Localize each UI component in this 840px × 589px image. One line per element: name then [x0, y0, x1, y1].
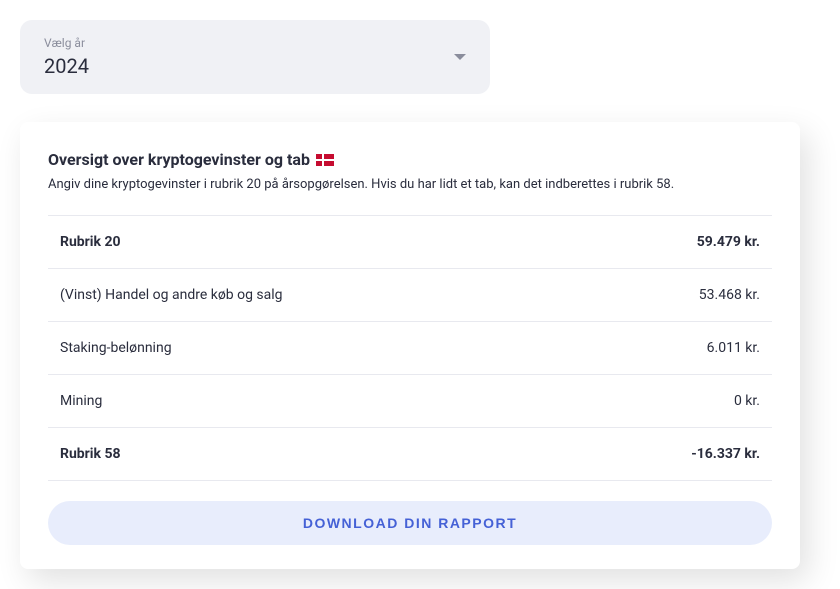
row-value: 53.468 kr.	[699, 287, 760, 303]
row-value: 59.479 kr.	[697, 234, 760, 250]
row-value: 0 kr.	[734, 393, 760, 409]
table-row: Staking-belønning 6.011 kr.	[48, 322, 772, 375]
row-label: Mining	[60, 393, 102, 409]
table-row: Rubrik 20 59.479 kr.	[48, 216, 772, 269]
year-selector-label: Vælg år	[44, 36, 89, 50]
year-selector-content: Vælg år 2024	[44, 36, 89, 78]
row-label: Rubrik 20	[60, 234, 121, 250]
row-value: 6.011 kr.	[707, 340, 760, 356]
card-title-text: Oversigt over kryptogevinster og tab	[48, 150, 310, 169]
chevron-down-icon	[454, 54, 466, 60]
table-row: (Vinst) Handel og andre køb og salg 53.4…	[48, 269, 772, 322]
download-report-button[interactable]: DOWNLOAD DIN RAPPORT	[48, 501, 772, 545]
row-value: -16.337 kr.	[691, 446, 760, 462]
year-selector[interactable]: Vælg år 2024	[20, 20, 490, 94]
card-subtitle: Angiv dine kryptogevinster i rubrik 20 p…	[48, 175, 772, 195]
card-header: Oversigt over kryptogevinster og tab Ang…	[48, 150, 772, 195]
row-label: Staking-belønning	[60, 340, 172, 356]
card-title: Oversigt over kryptogevinster og tab	[48, 150, 334, 169]
summary-rows: Rubrik 20 59.479 kr. (Vinst) Handel og a…	[48, 215, 772, 481]
row-label: Rubrik 58	[60, 446, 121, 462]
table-row: Mining 0 kr.	[48, 375, 772, 428]
summary-card: Oversigt over kryptogevinster og tab Ang…	[20, 122, 800, 569]
denmark-flag-icon	[316, 154, 334, 166]
year-selector-value: 2024	[44, 54, 89, 78]
table-row: Rubrik 58 -16.337 kr.	[48, 428, 772, 481]
row-label: (Vinst) Handel og andre køb og salg	[60, 287, 283, 303]
